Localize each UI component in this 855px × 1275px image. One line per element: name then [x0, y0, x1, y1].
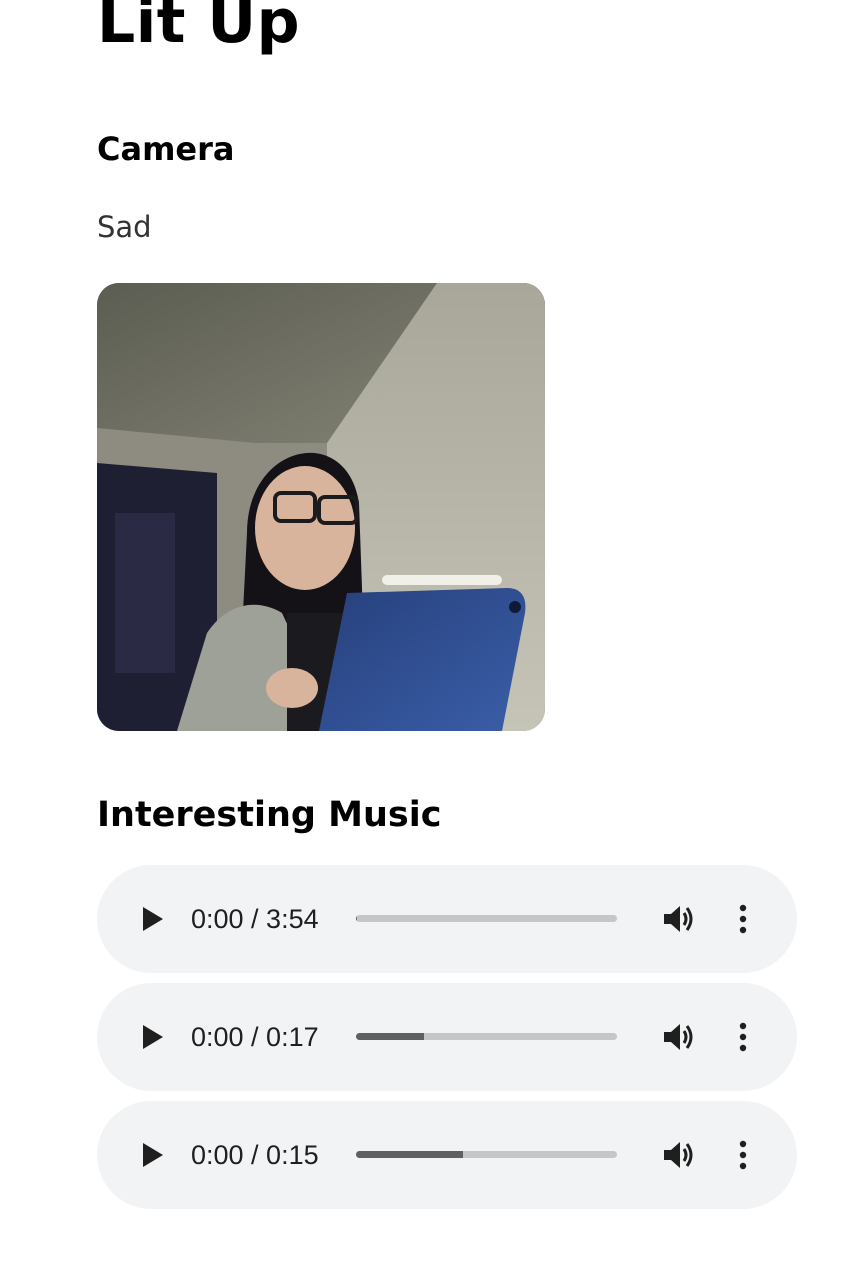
camera-snapshot	[97, 283, 545, 731]
play-button[interactable]	[137, 1139, 167, 1171]
more-options-button[interactable]	[733, 903, 753, 935]
more-options-button[interactable]	[733, 1021, 753, 1053]
volume-icon	[664, 1142, 693, 1168]
camera-heading: Camera	[97, 130, 235, 168]
audio-player: 0:00 / 3:54	[97, 865, 797, 973]
volume-icon	[664, 906, 693, 932]
volume-button[interactable]	[661, 1137, 697, 1173]
play-icon	[143, 907, 163, 931]
mood-label: Sad	[97, 210, 152, 244]
volume-button[interactable]	[661, 901, 697, 937]
audio-player: 0:00 / 0:15	[97, 1101, 797, 1209]
more-vertical-icon	[739, 1022, 747, 1052]
play-icon	[143, 1025, 163, 1049]
more-vertical-icon	[739, 1140, 747, 1170]
camera-feed	[97, 283, 545, 731]
seek-slider[interactable]	[356, 915, 617, 922]
time-display: 0:00 / 0:15	[191, 1140, 319, 1170]
page: Lit Up Camera Sad Interesting Music 0:00…	[0, 0, 855, 1275]
seek-slider[interactable]	[356, 1033, 617, 1040]
more-options-button[interactable]	[733, 1139, 753, 1171]
seek-progress	[356, 915, 358, 922]
seek-progress	[356, 1033, 424, 1040]
audio-player: 0:00 / 0:17	[97, 983, 797, 1091]
time-display: 0:00 / 3:54	[191, 904, 319, 934]
more-vertical-icon	[739, 904, 747, 934]
play-button[interactable]	[137, 1021, 167, 1053]
app-title: Lit Up	[97, 0, 301, 57]
volume-icon	[664, 1024, 693, 1050]
seek-slider[interactable]	[356, 1151, 617, 1158]
play-button[interactable]	[137, 903, 167, 935]
volume-button[interactable]	[661, 1019, 697, 1055]
seek-progress	[356, 1151, 463, 1158]
time-display: 0:00 / 0:17	[191, 1022, 319, 1052]
music-heading: Interesting Music	[97, 795, 442, 835]
play-icon	[143, 1143, 163, 1167]
